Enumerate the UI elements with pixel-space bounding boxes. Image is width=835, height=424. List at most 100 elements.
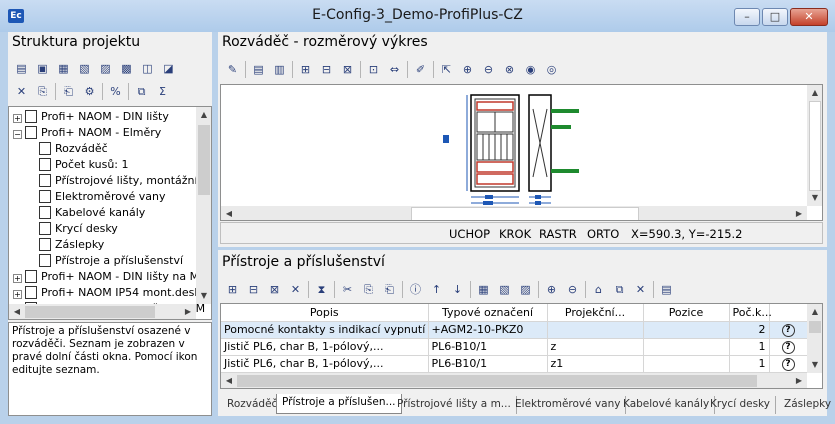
toolbar-button-icon[interactable]: ⌂ (589, 280, 608, 299)
bottom-tab[interactable]: Přístrojové lišty a m... (392, 396, 517, 414)
toolbar-button-icon[interactable]: ⊞ (296, 60, 315, 79)
cell-proj[interactable]: z1 (547, 355, 644, 373)
toolbar-button-icon[interactable]: ⎗ (380, 280, 399, 299)
tree-horizontal-scrollbar[interactable]: ◀ ▶ (9, 304, 196, 319)
toolbar-button-icon[interactable]: ⧉ (132, 82, 151, 101)
toolbar-button-icon[interactable]: ▨ (516, 280, 535, 299)
toolbar-button-icon[interactable]: ⓘ (406, 280, 425, 299)
tree-scroll-thumb[interactable] (198, 125, 210, 195)
bottom-tab[interactable]: Kabelové kanály (618, 396, 716, 414)
toolbar-button-icon[interactable]: ⧗ (312, 280, 331, 299)
toolbar-button-icon[interactable]: ⊡ (364, 60, 383, 79)
tree-item[interactable]: Záslepky (35, 237, 104, 253)
scroll-down-icon[interactable]: ▼ (807, 357, 822, 373)
toolbar-button-icon[interactable]: ⊟ (317, 60, 336, 79)
grid-scroll-thumb[interactable] (809, 321, 821, 333)
toolbar-button-icon[interactable]: ⎘ (33, 82, 52, 101)
toolbar-button-icon[interactable]: Σ (153, 82, 172, 101)
toolbar-button-icon[interactable]: ✂ (338, 280, 357, 299)
cell-pozice[interactable] (643, 321, 730, 339)
toolbar-button-icon[interactable]: ⊖ (479, 60, 498, 79)
toolbar-button-icon[interactable]: ⧉ (610, 280, 629, 299)
toolbar-button-icon[interactable]: ▥ (270, 60, 289, 79)
column-header[interactable] (769, 304, 808, 322)
bottom-tab[interactable]: Elektroměrové vany (510, 396, 627, 414)
toolbar-button-icon[interactable]: ⊕ (458, 60, 477, 79)
help-icon[interactable]: ? (781, 358, 795, 371)
cell-proj[interactable] (547, 321, 644, 339)
scroll-right-icon[interactable]: ▶ (791, 373, 807, 388)
close-button[interactable]: ✕ (790, 8, 828, 26)
expand-icon[interactable]: + (13, 114, 22, 123)
grid-vertical-scrollbar[interactable]: ▲ ▼ (807, 304, 822, 373)
column-header[interactable]: Popis (221, 304, 429, 322)
help-icon[interactable]: ? (781, 341, 795, 354)
toolbar-button-icon[interactable]: ▧ (75, 59, 94, 78)
expand-icon[interactable]: + (13, 274, 22, 283)
cell-help[interactable]: ? (769, 355, 808, 373)
scroll-up-icon[interactable]: ▲ (807, 304, 822, 320)
minimize-button[interactable]: – (734, 8, 760, 26)
cell-popis[interactable]: Pomocné kontakty s indikací vypnutí (221, 321, 429, 339)
drawing-horizontal-scrollbar[interactable]: ◀ ▶ (221, 206, 807, 220)
dimension-drawing-canvas[interactable]: ▲ ▼ ◀ ▶ (220, 84, 823, 221)
grid-hscroll-thumb[interactable] (237, 375, 757, 387)
toolbar-button-icon[interactable]: ◎ (542, 60, 561, 79)
cell-pozice[interactable] (643, 355, 730, 373)
tree-item[interactable]: + Profi+ NAOM - DIN lišty (13, 109, 169, 125)
scroll-down-icon[interactable]: ▼ (196, 288, 211, 304)
toolbar-button-icon[interactable]: ✐ (411, 60, 430, 79)
tree-item[interactable]: Elektroměrové vany (35, 189, 165, 205)
toolbar-button-icon[interactable]: ⊠ (338, 60, 357, 79)
cell-typ[interactable]: PL6-B10/1 (428, 355, 548, 373)
tree-item[interactable]: + Profi+ NAOM - DIN lišty na MS (13, 269, 206, 285)
toolbar-button-icon[interactable]: ✕ (631, 280, 650, 299)
table-row[interactable]: Jistič PL6, char B, 1-pólový,... PL6-B10/… (221, 355, 808, 373)
grid-horizontal-scrollbar[interactable]: ◀ ▶ (221, 373, 807, 388)
scroll-left-icon[interactable]: ◀ (221, 206, 237, 220)
toolbar-button-icon[interactable]: ⊖ (563, 280, 582, 299)
tree-item[interactable]: Přístrojové lišty, montážní (35, 173, 198, 189)
scroll-left-icon[interactable]: ◀ (9, 304, 25, 319)
toolbar-button-icon[interactable]: ◉ (521, 60, 540, 79)
toolbar-button-icon[interactable]: ⊠ (265, 280, 284, 299)
cell-pocet[interactable]: 1 (729, 355, 770, 373)
toolbar-button-icon[interactable]: ⎘ (359, 280, 378, 299)
tree-vertical-scrollbar[interactable]: ▲ ▼ (196, 107, 211, 304)
tree-item[interactable]: Rozváděč (35, 141, 108, 157)
toolbar-button-icon[interactable]: ✕ (286, 280, 305, 299)
snap-toggle[interactable]: UCHOP (449, 227, 490, 241)
drawing-hscroll-thumb[interactable] (411, 207, 639, 220)
toolbar-button-icon[interactable]: ▦ (474, 280, 493, 299)
tree-item[interactable]: − Profi+ NAOM - Elměry (13, 125, 161, 141)
scroll-up-icon[interactable]: ▲ (196, 107, 211, 123)
toolbar-button-icon[interactable]: ⚙ (80, 82, 99, 101)
project-tree[interactable]: + Profi+ NAOM - DIN lišty − Profi+ NAOM - E… (8, 106, 212, 320)
cell-help[interactable]: ? (769, 321, 808, 339)
cell-pozice[interactable] (643, 338, 730, 356)
bottom-tab[interactable]: Přístroje a příslušen... (276, 394, 402, 414)
drawing-scroll-thumb[interactable] (809, 101, 821, 191)
cell-popis[interactable]: Jistič PL6, char B, 1-pólový,... (221, 338, 429, 356)
toolbar-button-icon[interactable]: ⊗ (500, 60, 519, 79)
cell-pocet[interactable]: 1 (729, 338, 770, 356)
scroll-down-icon[interactable]: ▼ (807, 190, 822, 206)
tree-hscroll-thumb[interactable] (25, 306, 155, 318)
toolbar-button-icon[interactable]: ✎ (223, 60, 242, 79)
devices-grid[interactable]: Popis Typové označení Projekční... Pozice Po… (220, 303, 823, 389)
toolbar-button-icon[interactable]: ⇱ (437, 60, 456, 79)
toolbar-button-icon[interactable]: ⊕ (542, 280, 561, 299)
toolbar-button-icon[interactable]: ▧ (495, 280, 514, 299)
grid-toggle[interactable]: RASTR (539, 227, 577, 241)
toolbar-button-icon[interactable]: ⇔ (385, 60, 404, 79)
collapse-icon[interactable]: − (13, 130, 22, 139)
help-icon[interactable]: ? (781, 324, 795, 337)
toolbar-button-icon[interactable]: % (106, 82, 125, 101)
scroll-up-icon[interactable]: ▲ (807, 85, 822, 101)
bottom-tab[interactable]: Krycí desky (705, 396, 776, 414)
toolbar-button-icon[interactable]: ▩ (117, 59, 136, 78)
column-header[interactable]: Poč.k... (729, 304, 772, 322)
table-row[interactable]: Jistič PL6, char B, 1-pólový,... PL6-B10/… (221, 338, 808, 356)
cell-typ[interactable]: PL6-B10/1 (428, 338, 548, 356)
toolbar-button-icon[interactable]: ▤ (657, 280, 676, 299)
